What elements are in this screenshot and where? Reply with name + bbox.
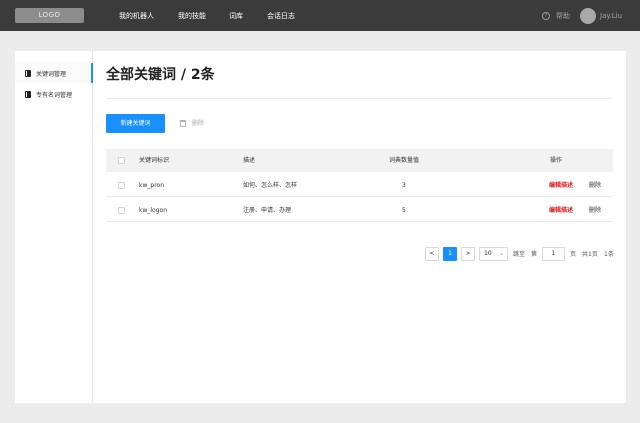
sidebar-item-label: 专有名词管理 — [36, 91, 73, 99]
nav-session-log[interactable]: 会话日志 — [267, 10, 295, 22]
row-checkbox[interactable] — [118, 182, 125, 189]
page-suffix-label: 页 — [570, 251, 577, 258]
new-keyword-button[interactable]: 新建关键词 — [106, 114, 165, 133]
content-panel: 关键词管理 专有名词管理 全部关键词 / 2条 新建关键词 删除 关键词标识 描… — [15, 51, 626, 403]
nav-lexicon[interactable]: 词库 — [229, 10, 243, 22]
delete-button[interactable]: 删除 — [192, 119, 204, 128]
help-icon[interactable]: ? — [542, 12, 550, 20]
book-icon — [25, 90, 31, 98]
avatar[interactable] — [580, 8, 596, 24]
total-pages: 共1页 — [582, 251, 598, 258]
sidebar-item-proper-nouns[interactable]: 专有名词管理 — [15, 84, 93, 104]
edit-desc-link[interactable]: 编辑描述 — [549, 181, 573, 190]
table-row: kw_pron 如何、怎么样、怎样 3 编辑描述 删除 — [106, 173, 613, 197]
row-checkbox[interactable] — [118, 207, 125, 214]
keyword-count: 5 — [402, 207, 406, 214]
table-header: 关键词标识 描述 词典数量值 操作 — [106, 149, 613, 172]
page-prefix-label: 第 — [531, 251, 538, 258]
top-navbar: LOGO 我的机器人 我的技能 词库 会话日志 ? 帮助 Jay.Liu — [0, 0, 640, 31]
column-header-id: 关键词标识 — [139, 157, 170, 164]
goto-page-input[interactable]: 1 — [542, 247, 565, 261]
logo: LOGO — [15, 8, 84, 23]
column-header-actions: 操作 — [550, 157, 563, 164]
row-delete-link[interactable]: 删除 — [589, 181, 601, 190]
table-row: kw_logon 注册、申请、办理 5 编辑描述 删除 — [106, 198, 613, 222]
row-delete-link[interactable]: 删除 — [589, 206, 601, 215]
help-link[interactable]: 帮助 — [556, 10, 570, 22]
nav-my-robots[interactable]: 我的机器人 — [119, 10, 154, 22]
pagination-next-button[interactable]: > — [461, 247, 475, 261]
username[interactable]: Jay.Liu — [600, 10, 622, 22]
sidebar: 关键词管理 专有名词管理 — [15, 51, 93, 403]
page-size-value: 10 — [484, 250, 492, 257]
nav-my-skills[interactable]: 我的技能 — [178, 10, 206, 22]
page-size-select[interactable]: 10 ⌄ — [479, 247, 508, 261]
keyword-desc: 如何、怎么样、怎样 — [243, 182, 298, 189]
column-header-desc: 描述 — [243, 157, 256, 164]
sidebar-item-label: 关键词管理 — [36, 70, 67, 78]
divider — [106, 98, 612, 99]
sidebar-item-keywords[interactable]: 关键词管理 — [15, 63, 93, 83]
chevron-down-icon: ⌄ — [498, 250, 504, 257]
page-title: 全部关键词 / 2条 — [106, 67, 215, 83]
keyword-id: kw_logon — [139, 207, 168, 214]
keyword-desc: 注册、申请、办理 — [243, 207, 292, 214]
keyword-count: 3 — [402, 182, 406, 189]
column-header-count: 词典数量值 — [389, 157, 420, 164]
goto-label: 跳至 — [513, 251, 526, 258]
trash-icon[interactable] — [180, 120, 186, 127]
pagination-prev-button[interactable]: < — [425, 247, 439, 261]
total-items: 1条 — [604, 251, 614, 258]
edit-desc-link[interactable]: 编辑描述 — [549, 206, 573, 215]
book-icon — [25, 69, 31, 77]
keyword-id: kw_pron — [139, 182, 164, 189]
pagination-page-1[interactable]: 1 — [443, 247, 457, 261]
select-all-checkbox[interactable] — [118, 157, 125, 164]
